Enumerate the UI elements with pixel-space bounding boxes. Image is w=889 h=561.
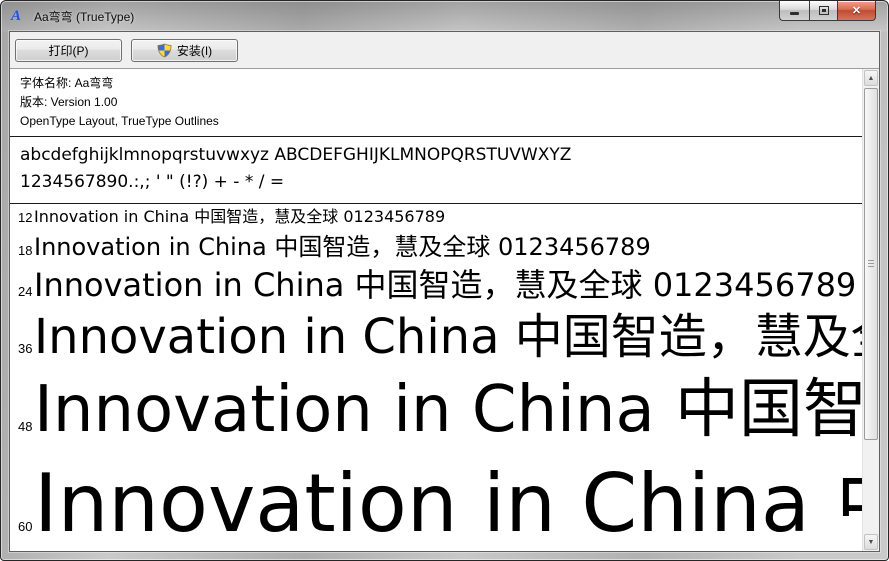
- size-preview-rows: 12 Innovation in China 中国智造，慧及全球 0123456…: [10, 204, 862, 551]
- minimize-button[interactable]: [779, 1, 809, 21]
- font-name-line: 字体名称: Aa弯弯: [20, 76, 114, 90]
- font-viewer-app-icon: A: [11, 8, 22, 24]
- size-row-60: 60 Innovation in China 中国智造，慧及全球 0123456…: [10, 452, 862, 551]
- size-row-36: 36 Innovation in China 中国智造，慧及全球 0123456…: [10, 306, 862, 368]
- font-outline-line: OpenType Layout, TrueType Outlines: [20, 114, 219, 128]
- numerals-sample-line: 1234567890.:,; ' " (!?) + - * / =: [20, 172, 285, 192]
- glyph-sample-block: abcdefghijklmnopqrstuvwxyz ABCDEFGHIJKLM…: [10, 137, 862, 200]
- print-button-label: 打印(P): [48, 43, 89, 58]
- scroll-down-icon: ▼: [867, 538, 875, 546]
- font-viewer-window: A Aa弯弯 (TrueType) ✕ 打印(P) 安装(I) 字体名称: Aa…: [0, 0, 889, 561]
- size-row-24: 24 Innovation in China 中国智造，慧及全球 0123456…: [10, 264, 862, 306]
- window-title: Aa弯弯 (TrueType): [34, 9, 135, 24]
- size-label: 12: [18, 210, 33, 225]
- client-area: 打印(P) 安装(I) 字体名称: Aa弯弯 版本: Version 1.00 …: [9, 31, 880, 552]
- maximize-icon: [818, 6, 829, 15]
- toolbar: 打印(P) 安装(I): [10, 32, 879, 69]
- window-controls: ✕: [779, 1, 876, 21]
- close-icon: ✕: [851, 5, 862, 17]
- minimize-icon: [790, 12, 799, 15]
- uac-shield-icon: [157, 43, 172, 57]
- size-label: 36: [18, 341, 33, 356]
- preview-content: 字体名称: Aa弯弯 版本: Version 1.00 OpenType Lay…: [10, 69, 879, 551]
- font-info-block: 字体名称: Aa弯弯 版本: Version 1.00 OpenType Lay…: [10, 69, 862, 133]
- sample-text-60: Innovation in China 中国智造，慧及全球 0123456789: [34, 457, 862, 550]
- size-row-48: 48 Innovation in China 中国智造，慧及全球 0123456…: [10, 368, 862, 452]
- scrollbar-track[interactable]: [864, 87, 878, 533]
- sample-text-18: Innovation in China 中国智造，慧及全球 0123456789: [34, 233, 651, 261]
- sample-text-24: Innovation in China 中国智造，慧及全球 0123456789: [34, 266, 857, 304]
- close-button[interactable]: ✕: [838, 1, 876, 21]
- vertical-scrollbar[interactable]: ▲ ▼: [862, 69, 879, 551]
- size-label: 60: [18, 519, 33, 534]
- sample-text-48: Innovation in China 中国智造，慧及全球 0123456789: [34, 373, 862, 447]
- install-button-label: 安装(I): [176, 43, 213, 58]
- alphabet-sample-line: abcdefghijklmnopqrstuvwxyz ABCDEFGHIJKLM…: [20, 145, 572, 165]
- window-titlebar[interactable]: A Aa弯弯 (TrueType) ✕: [1, 1, 888, 31]
- size-label: 24: [18, 284, 33, 299]
- font-version-line: 版本: Version 1.00: [20, 95, 118, 109]
- sample-text-36: Innovation in China 中国智造，慧及全球 0123456789: [34, 309, 862, 365]
- scroll-up-button[interactable]: ▲: [864, 70, 878, 86]
- font-preview-pane: 字体名称: Aa弯弯 版本: Version 1.00 OpenType Lay…: [10, 69, 862, 551]
- size-label: 18: [18, 243, 33, 258]
- install-button[interactable]: 安装(I): [131, 38, 238, 62]
- size-row-12: 12 Innovation in China 中国智造，慧及全球 0123456…: [10, 204, 862, 230]
- sample-text-12: Innovation in China 中国智造，慧及全球 0123456789: [34, 207, 446, 226]
- size-row-18: 18 Innovation in China 中国智造，慧及全球 0123456…: [10, 230, 862, 264]
- maximize-button[interactable]: [809, 1, 838, 21]
- print-button[interactable]: 打印(P): [15, 38, 122, 62]
- scroll-up-icon: ▲: [867, 74, 875, 82]
- scrollbar-thumb[interactable]: [864, 88, 878, 441]
- size-label: 48: [18, 419, 33, 434]
- scroll-down-button[interactable]: ▼: [864, 534, 878, 550]
